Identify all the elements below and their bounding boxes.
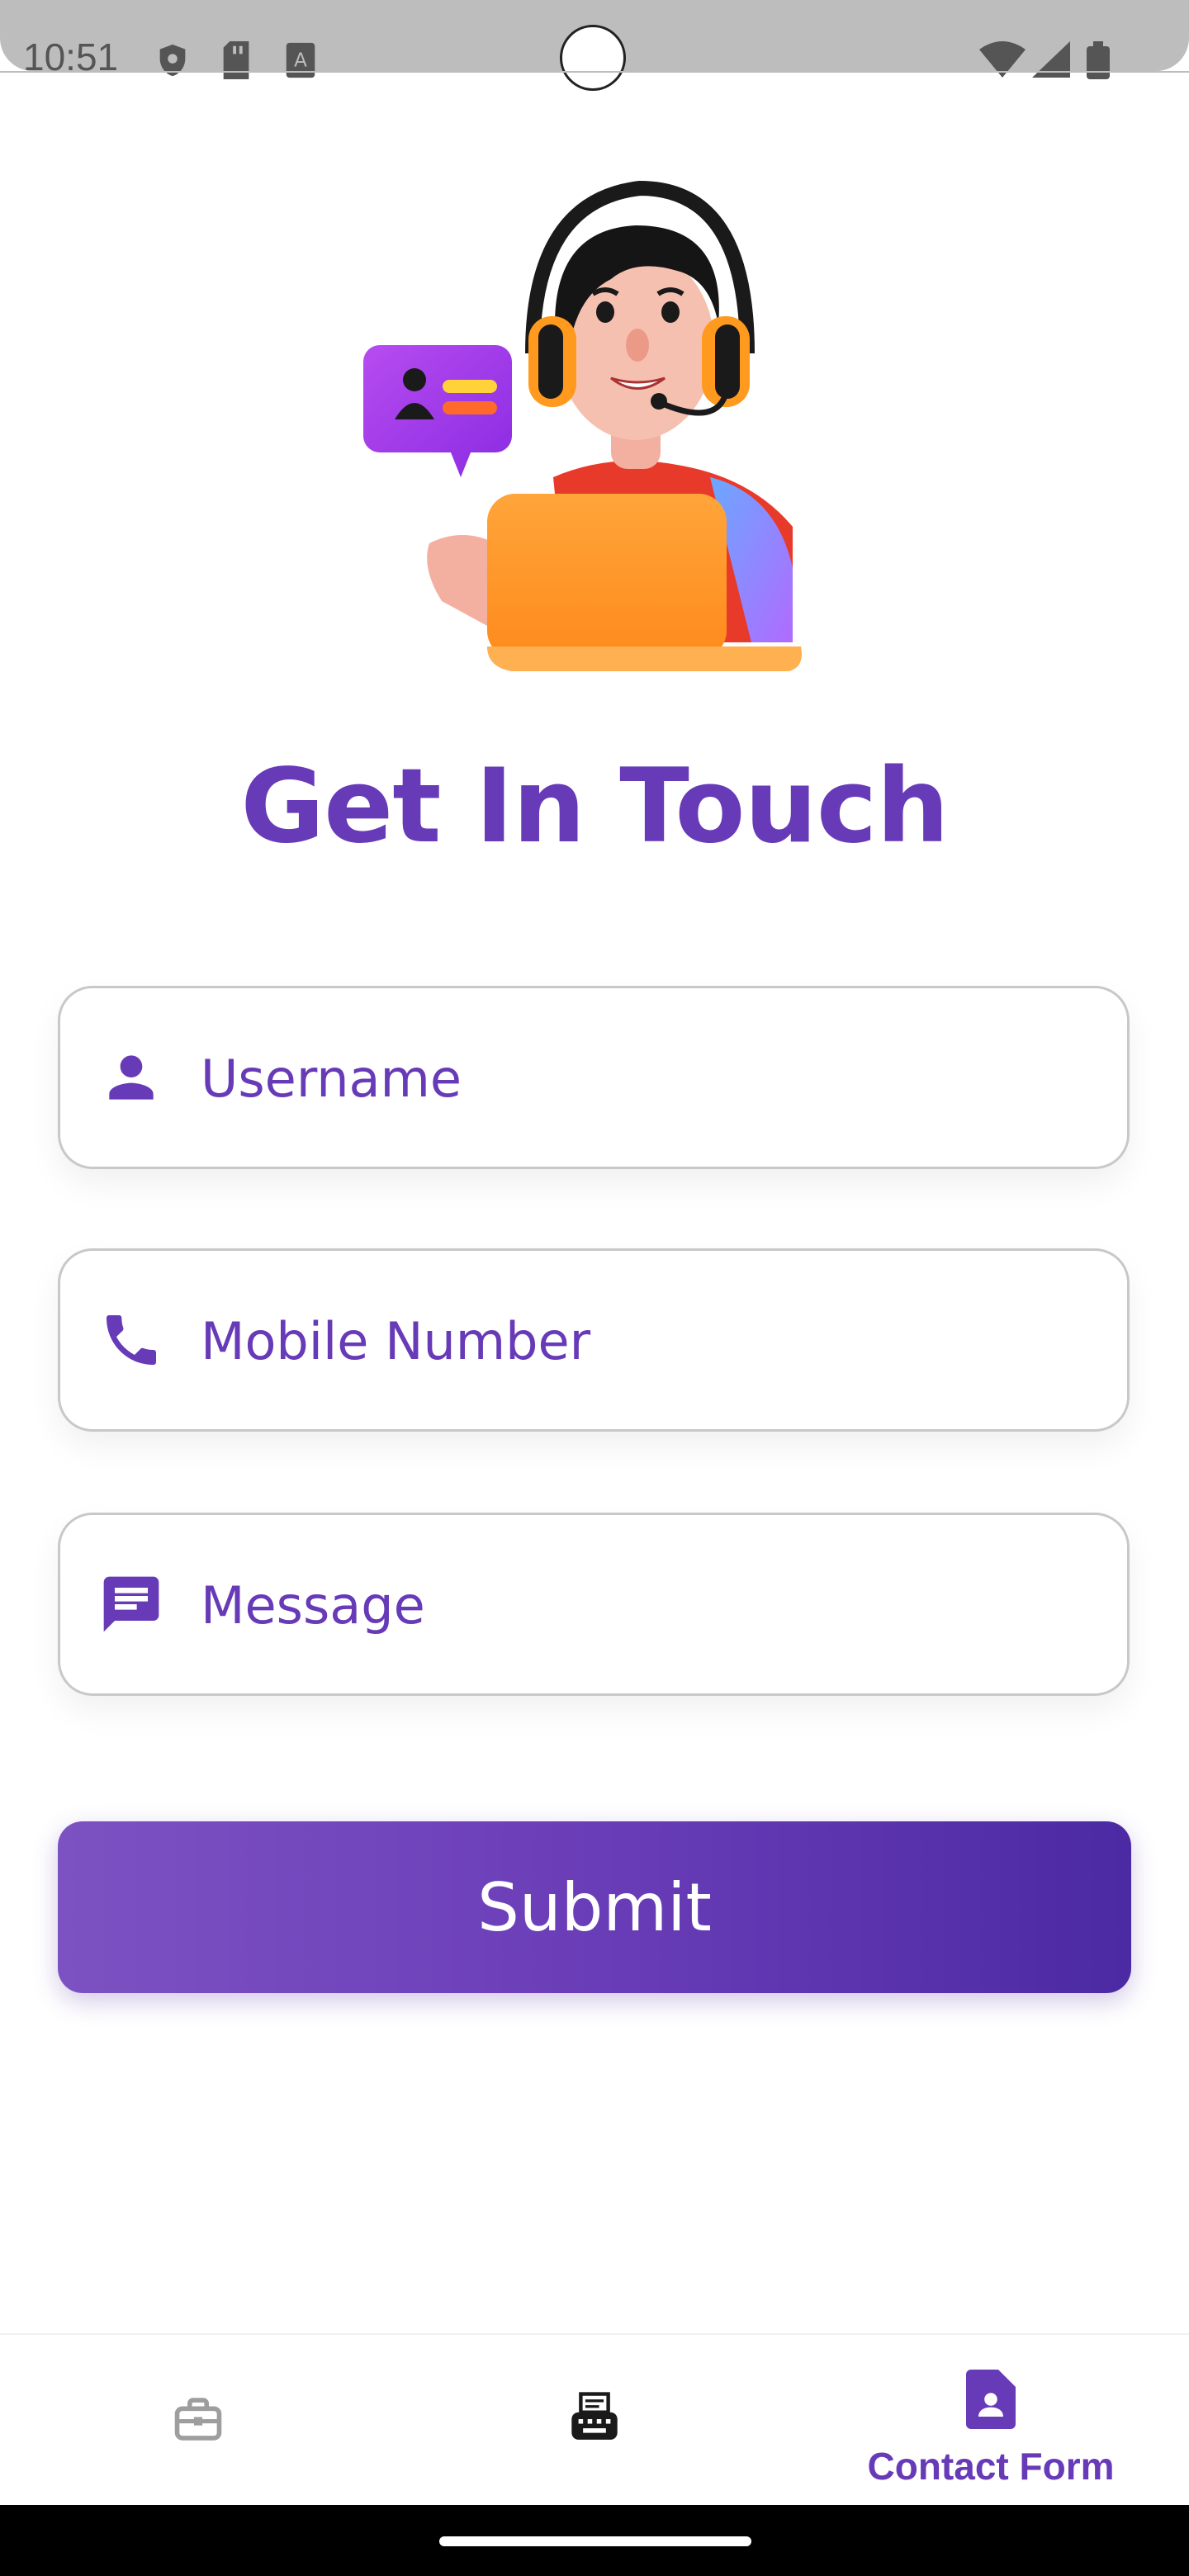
support-agent-illustration — [363, 180, 826, 684]
message-icon — [103, 1576, 159, 1632]
briefcase-icon — [174, 2398, 222, 2441]
username-input[interactable] — [199, 988, 1094, 1168]
nav-item-typewriter[interactable] — [396, 2335, 793, 2507]
mobile-number-input[interactable] — [199, 1251, 1094, 1431]
submit-button[interactable]: Submit — [58, 1821, 1131, 1993]
system-navigation-bar — [0, 2505, 1189, 2576]
page-title: Get In Touch — [240, 747, 949, 866]
sd-card-icon — [223, 41, 249, 79]
phone-icon — [107, 1315, 156, 1365]
battery-icon — [1087, 41, 1110, 79]
person-icon — [109, 1055, 154, 1100]
wifi-icon — [979, 41, 1026, 78]
typewriter-icon — [571, 2392, 618, 2440]
bottom-navigation: Contact Form — [0, 2333, 1189, 2507]
message-field[interactable] — [58, 1513, 1130, 1696]
mobile-number-field[interactable] — [58, 1248, 1130, 1432]
message-input[interactable] — [199, 1515, 1094, 1695]
nav-item-contact-form[interactable]: Contact Form — [793, 2335, 1189, 2507]
home-gesture-pill[interactable] — [439, 2536, 751, 2546]
font-a-icon: A — [286, 42, 315, 78]
status-time: 10:51 — [23, 36, 119, 78]
svg-text:A: A — [294, 50, 307, 72]
camera-cutout — [560, 25, 626, 91]
nav-item-portfolio[interactable] — [0, 2335, 396, 2507]
contact-form-icon — [966, 2370, 1016, 2429]
username-field[interactable] — [58, 986, 1130, 1169]
signal-icon — [1032, 41, 1070, 78]
status-bar: 10:51 A — [0, 0, 1189, 91]
shield-icon — [159, 44, 186, 77]
nav-label-contact-form: Contact Form — [867, 2445, 1115, 2488]
